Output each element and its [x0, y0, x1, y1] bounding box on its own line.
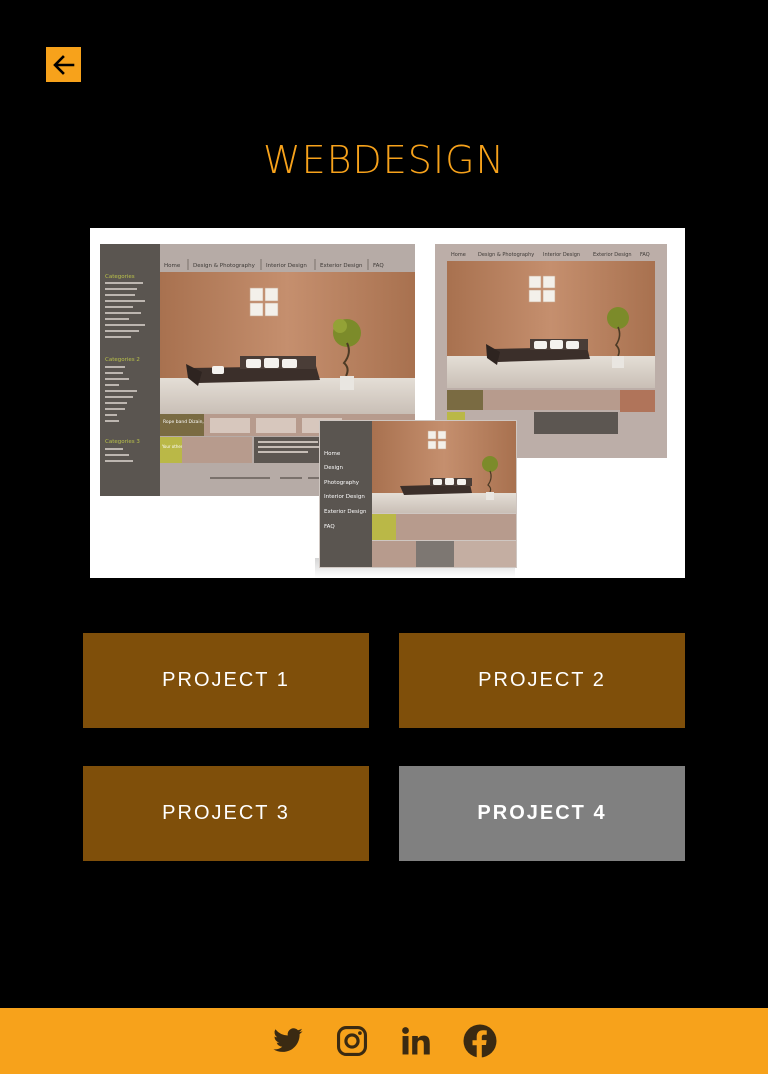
twitter-link[interactable] — [269, 1022, 307, 1060]
tablet-nav-design-photography: Design & Photography — [478, 252, 534, 258]
mobile-menu-photography: Photography — [324, 480, 360, 486]
desktop-sidebar-heading-2: Categories 2 — [105, 357, 140, 363]
mobile-menu-exterior-design: Exterior Design — [324, 509, 367, 515]
desktop-nav-home: Home — [164, 263, 181, 269]
twitter-icon — [273, 1028, 303, 1052]
tablet-nav-faq: FAQ — [640, 252, 650, 258]
mobile-menu-design: Design — [324, 465, 344, 471]
project-2-button[interactable]: PROJECT 2 — [399, 633, 685, 728]
project-1-button[interactable]: PROJECT 1 — [83, 633, 369, 728]
mobile-menu-interior-design: Interior Design — [324, 494, 365, 500]
facebook-icon — [463, 1024, 497, 1058]
footer — [0, 1008, 768, 1074]
back-button[interactable] — [46, 47, 81, 82]
linkedin-icon — [402, 1027, 430, 1055]
arrow-left-icon — [52, 54, 74, 75]
desktop-nav-faq: FAQ — [373, 263, 384, 269]
instagram-link[interactable] — [333, 1022, 371, 1060]
linkedin-link[interactable] — [397, 1022, 435, 1060]
facebook-link[interactable] — [461, 1022, 499, 1060]
mobile-mockup: Home Design Photography Interior Design … — [319, 420, 517, 568]
tablet-nav-exterior-design: Exterior Design — [593, 252, 632, 258]
desktop-nav-interior-design: Interior Design — [266, 263, 307, 269]
instagram-icon — [336, 1025, 368, 1057]
tablet-nav-home: Home — [451, 252, 466, 258]
mobile-menu-faq: FAQ — [324, 524, 335, 530]
desktop-sidebar-heading-1: Categories — [105, 274, 135, 280]
desktop-sidebar-heading-3: Categories 3 — [105, 439, 140, 445]
webdesign-preview-image: Categories Categories 2 Categories 3 Hom… — [90, 228, 685, 578]
project-3-button[interactable]: PROJECT 3 — [83, 766, 369, 861]
desktop-nav-exterior-design: Exterior Design — [320, 263, 363, 269]
desktop-nav-design-photography: Design & Photography — [193, 263, 256, 269]
tablet-nav-interior-design: Interior Design — [543, 252, 580, 258]
page-title: WEBDESIGN — [263, 138, 505, 182]
mobile-menu-home: Home — [324, 451, 341, 457]
project-4-button[interactable]: PROJECT 4 — [399, 766, 685, 861]
